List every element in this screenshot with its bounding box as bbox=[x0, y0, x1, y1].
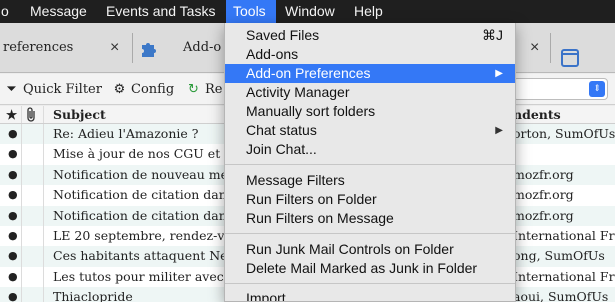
menu-item-activity-manager[interactable]: Activity Manager bbox=[225, 83, 515, 102]
menu-separator bbox=[225, 233, 515, 234]
tab-preferences[interactable]: references bbox=[3, 23, 73, 73]
column-divider bbox=[43, 144, 44, 165]
menu-item-message-filters[interactable]: Message Filters bbox=[225, 171, 515, 190]
row-subject: Les tutos pour militer avec A bbox=[53, 268, 228, 284]
funnel-icon: ⏷ bbox=[6, 82, 17, 97]
row-correspondents: International Fra bbox=[513, 228, 615, 243]
tools-menu: Saved Files ⌘J Add-ons Add-on Preference… bbox=[224, 23, 516, 302]
menu-item-label: Add-on Preferences bbox=[246, 65, 371, 81]
read-status-dot[interactable]: ● bbox=[8, 124, 18, 144]
column-divider bbox=[21, 266, 22, 288]
menu-item-delete-junk-mail[interactable]: Delete Mail Marked as Junk in Folder bbox=[225, 259, 515, 278]
row-subject: Re: Adieu l'Amazonie ? bbox=[53, 126, 199, 141]
refresh-label: Re bbox=[205, 82, 223, 97]
column-divider bbox=[21, 106, 22, 123]
chevron-updown-icon: ⇕ bbox=[589, 81, 605, 97]
quick-filter-button[interactable]: ⏷ Quick Filter bbox=[4, 74, 102, 105]
menu-item-label: Saved Files bbox=[246, 27, 320, 43]
menu-item-manually-sort-folders[interactable]: Manually sort folders bbox=[225, 102, 515, 121]
menu-item-add-on-preferences[interactable]: Add-on Preferences ▶ bbox=[225, 64, 515, 83]
read-status-dot[interactable]: ● bbox=[8, 165, 18, 185]
read-status-dot[interactable]: ● bbox=[8, 226, 18, 246]
menu-item-add-ons[interactable]: Add-ons bbox=[225, 45, 515, 64]
column-divider bbox=[43, 205, 44, 226]
menu-events-and-tasks[interactable]: Events and Tasks bbox=[99, 0, 222, 23]
column-divider bbox=[43, 124, 44, 145]
tab-add-ons[interactable]: Add-o bbox=[183, 23, 221, 73]
row-correspondents: ong, SumOfUs bbox=[513, 248, 605, 264]
refresh-button[interactable]: ↻ Re bbox=[186, 74, 222, 105]
menu-item-run-junk-mail-controls[interactable]: Run Junk Mail Controls on Folder bbox=[225, 240, 515, 259]
read-status-dot[interactable]: ● bbox=[8, 246, 18, 266]
tab-close-button[interactable]: × bbox=[530, 23, 539, 73]
column-divider bbox=[21, 185, 22, 206]
menu-separator bbox=[225, 283, 515, 284]
read-status-dot[interactable]: ● bbox=[8, 185, 18, 205]
read-status-dot[interactable]: ● bbox=[8, 267, 18, 287]
row-subject: Notification de citation dans bbox=[53, 187, 228, 203]
row-correspondents: orton, SumOfUs bbox=[513, 126, 615, 141]
menu-window[interactable]: Window bbox=[278, 0, 342, 23]
column-divider bbox=[43, 185, 44, 206]
shortcut-label: ⌘J bbox=[482, 27, 503, 43]
read-status-dot[interactable]: ● bbox=[8, 144, 18, 164]
column-divider bbox=[21, 124, 22, 145]
row-correspondents: mozfr.org bbox=[513, 207, 574, 223]
calendar-icon[interactable] bbox=[561, 49, 579, 67]
row-correspondents: mozfr.org bbox=[513, 187, 574, 203]
row-subject: Thiaclopride bbox=[53, 289, 133, 302]
subject-column-header[interactable]: Subject bbox=[53, 106, 106, 124]
config-button[interactable]: ⚙ Config bbox=[112, 74, 174, 105]
menu-go[interactable]: o bbox=[0, 0, 16, 23]
menu-item-saved-files[interactable]: Saved Files ⌘J bbox=[225, 26, 515, 45]
column-divider bbox=[21, 287, 22, 302]
tab-close-button[interactable]: × bbox=[110, 23, 119, 73]
menu-item-run-filters-on-message[interactable]: Run Filters on Message bbox=[225, 209, 515, 228]
menu-help[interactable]: Help bbox=[347, 0, 390, 23]
gear-icon: ⚙ bbox=[113, 82, 126, 97]
menu-separator bbox=[225, 164, 515, 165]
column-divider bbox=[43, 226, 44, 247]
menu-item-chat-status[interactable]: Chat status ▶ bbox=[225, 121, 515, 140]
paperclip-icon bbox=[27, 107, 35, 122]
menu-item-import[interactable]: Import... bbox=[225, 289, 515, 301]
config-label: Config bbox=[131, 82, 175, 97]
column-divider bbox=[43, 287, 44, 302]
star-column-header[interactable]: ★ bbox=[6, 106, 17, 124]
menu-tools[interactable]: Tools bbox=[226, 0, 276, 23]
read-status-dot[interactable]: ● bbox=[8, 206, 18, 226]
tab-divider bbox=[132, 33, 133, 63]
row-subject: Mise à jour de nos CGU et de bbox=[53, 146, 228, 162]
column-divider bbox=[43, 106, 44, 123]
quick-filter-label: Quick Filter bbox=[23, 82, 102, 97]
menu-message[interactable]: Message bbox=[23, 0, 94, 23]
row-subject: Ces habitants attaquent Nestl bbox=[53, 248, 228, 264]
row-subject: Notification de citation dans bbox=[53, 207, 228, 223]
row-subject: Notification de nouveau mess bbox=[53, 166, 228, 182]
row-correspondents: mozfr.org bbox=[513, 166, 574, 182]
tab-divider bbox=[550, 33, 551, 63]
row-correspondents: International Fra bbox=[513, 268, 615, 284]
menu-item-label: Chat status bbox=[246, 122, 317, 138]
read-status-dot[interactable]: ● bbox=[8, 287, 18, 302]
column-divider bbox=[21, 164, 22, 186]
puzzle-piece-icon bbox=[142, 43, 156, 57]
column-divider bbox=[43, 246, 44, 267]
refresh-icon: ↻ bbox=[188, 82, 199, 97]
row-correspondents: aoui, SumOfUs bbox=[513, 289, 609, 302]
menu-bar: o Message Events and Tasks Tools Window … bbox=[0, 0, 615, 23]
column-divider bbox=[21, 226, 22, 247]
submenu-arrow-icon: ▶ bbox=[495, 68, 503, 79]
submenu-arrow-icon: ▶ bbox=[495, 125, 503, 136]
filter-dropdown[interactable]: ⇕ bbox=[513, 78, 608, 100]
column-divider bbox=[43, 266, 44, 288]
menu-item-join-chat[interactable]: Join Chat... bbox=[225, 140, 515, 159]
column-divider bbox=[21, 205, 22, 226]
column-divider bbox=[43, 164, 44, 186]
menu-item-run-filters-on-folder[interactable]: Run Filters on Folder bbox=[225, 190, 515, 209]
correspondents-column-header[interactable]: ndents bbox=[513, 106, 561, 124]
column-divider bbox=[21, 144, 22, 165]
row-subject: LE 20 septembre, rendez-vous bbox=[53, 228, 228, 243]
column-divider bbox=[21, 246, 22, 267]
